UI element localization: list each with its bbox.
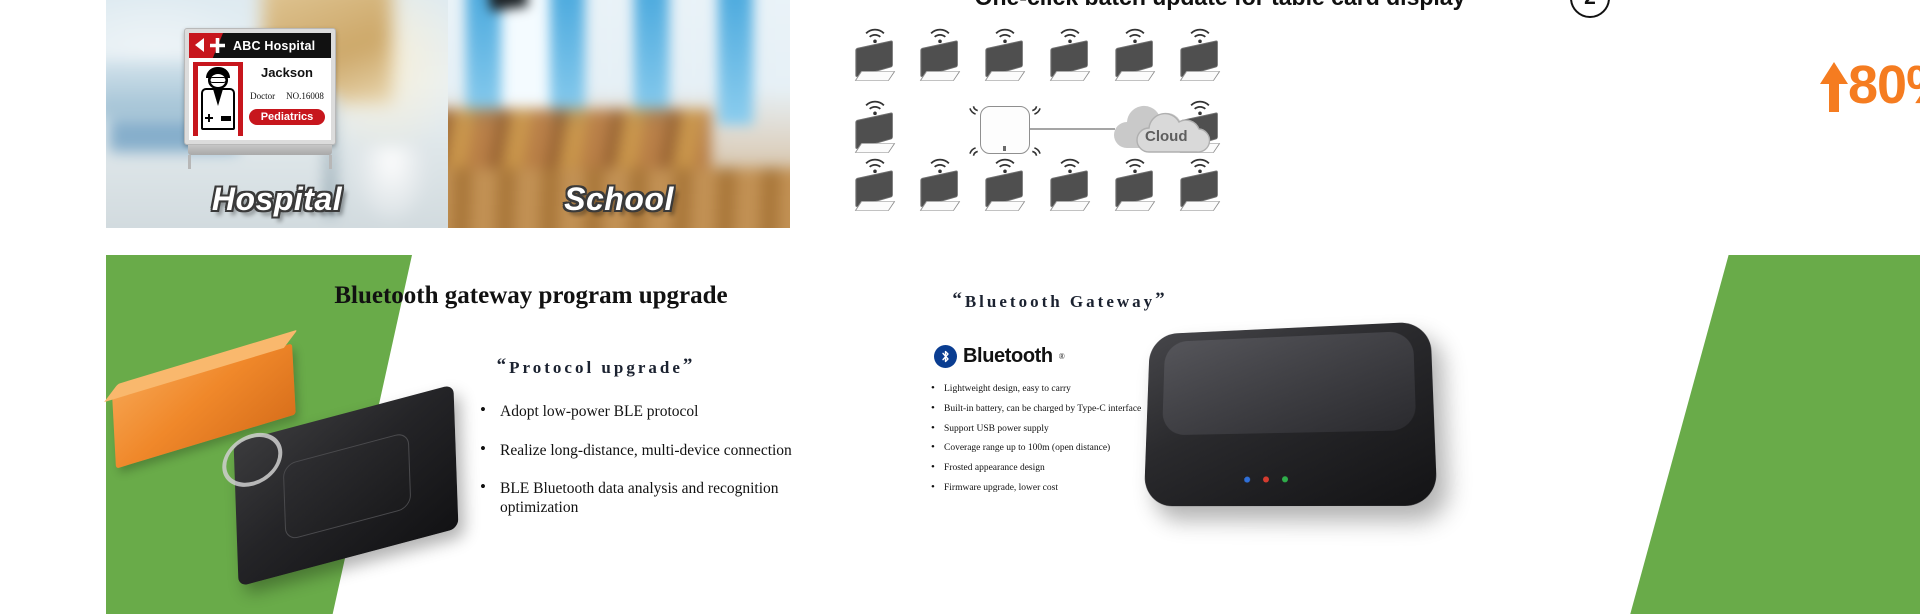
cloud-label: Cloud — [1145, 128, 1188, 145]
cloud-node: Cloud — [1105, 100, 1223, 162]
gateway-top-face — [1162, 330, 1416, 436]
connection-line — [1030, 128, 1115, 130]
device-stand — [919, 201, 961, 211]
device-stand — [1049, 71, 1091, 81]
id-number: NO.16008 — [286, 91, 324, 101]
hospital-photo: ABC Hospital Jackson Doctor NO.16008 Ped… — [106, 0, 448, 228]
device-stand — [1049, 201, 1091, 211]
hospital-table-card-stand: ABC Hospital Jackson Doctor NO.16008 Ped… — [184, 28, 336, 169]
curtain — [634, 0, 669, 125]
table-card-device — [980, 158, 1032, 216]
hospital-name: ABC Hospital — [233, 38, 316, 53]
green-background-shape — [1630, 255, 1920, 614]
table-card-device — [850, 28, 902, 86]
gateway-product-photo-large — [1143, 321, 1438, 507]
table-card-device — [850, 158, 902, 216]
protocol-upgrade-section: Bluetooth gateway program upgrade “Proto… — [106, 255, 806, 614]
table-card-device — [915, 28, 967, 86]
role-label: Doctor — [250, 91, 276, 101]
device-stand — [984, 71, 1026, 81]
doctor-name: Jackson — [260, 65, 314, 80]
led-red — [1263, 475, 1270, 483]
led-green — [1282, 475, 1289, 482]
hospital-card-body: Jackson Doctor NO.16008 Pediatrics — [189, 58, 331, 140]
arrow-up-icon — [1820, 62, 1848, 84]
section-title: “Bluetooth Gateway” — [850, 289, 1270, 312]
school-photo: Class Schedule 8:00-8:40 English 8:50-10… — [448, 0, 790, 228]
table-card-device — [1110, 28, 1162, 86]
device-stand — [854, 71, 896, 81]
photo-banner: ABC Hospital Jackson Doctor NO.16008 Ped… — [106, 0, 790, 228]
network-diagram: One-click batch update for table card di… — [830, 0, 1920, 235]
table-card-device — [850, 100, 902, 158]
window — [496, 0, 558, 109]
table-card-device — [1175, 158, 1227, 216]
hospital-card-header: ABC Hospital — [189, 33, 331, 58]
device-stand — [854, 201, 896, 211]
list-item: BLE Bluetooth data analysis and recognit… — [476, 477, 816, 517]
doctor-info: Jackson Doctor NO.16008 Pediatrics — [243, 58, 331, 140]
gateway-indicator — [1003, 146, 1006, 151]
doctor-role-row: Doctor NO.16008 — [243, 91, 331, 101]
table-card-device — [1110, 158, 1162, 216]
curtain — [466, 0, 501, 125]
table-card-device — [1045, 28, 1097, 86]
led-blue — [1244, 476, 1251, 483]
arrow-up-stem — [1829, 82, 1839, 112]
school-caption: School — [564, 181, 674, 217]
glasses-icon — [209, 77, 227, 83]
bluetooth-logo: Bluetooth ® — [934, 345, 1065, 368]
list-item: Realize long-distance, multi-device conn… — [476, 439, 816, 461]
doctor-avatar — [193, 62, 243, 136]
section-number-badge: 2 — [1570, 0, 1610, 18]
hospital-caption: Hospital — [211, 181, 343, 217]
hospital-card-frame: ABC Hospital Jackson Doctor NO.16008 Ped… — [184, 28, 336, 145]
curtain — [550, 0, 585, 125]
arrow-left-icon — [195, 38, 204, 52]
table-card-device — [980, 28, 1032, 86]
hospital-id-card: ABC Hospital Jackson Doctor NO.16008 Ped… — [189, 33, 331, 140]
open-quote: “ — [496, 355, 510, 376]
device-stand — [919, 71, 961, 81]
table-card-device — [1175, 28, 1227, 86]
close-quote: ” — [1155, 289, 1168, 310]
device-stand — [984, 201, 1026, 211]
growth-percent: 80% — [1848, 55, 1920, 115]
network-title: One-click batch update for table card di… — [880, 0, 1560, 11]
registered-mark: ® — [1058, 352, 1065, 361]
table-card-device — [1045, 158, 1097, 216]
bluetooth-wordmark: Bluetooth — [963, 345, 1053, 367]
led-indicators — [1244, 475, 1289, 483]
section-title: Bluetooth gateway program upgrade — [334, 282, 728, 309]
curtain — [718, 0, 753, 125]
department-badge: Pediatrics — [249, 109, 325, 125]
stand-base — [188, 145, 332, 155]
device-stand — [1179, 71, 1221, 81]
necktie — [213, 89, 223, 106]
coat-badge — [221, 116, 231, 121]
feature-list: Adopt low-power BLE protocol Realize lon… — [476, 400, 816, 537]
subtitle-text: Protocol upgrade — [509, 358, 683, 377]
bluetooth-icon — [934, 345, 957, 368]
title-text: Bluetooth Gateway — [964, 292, 1156, 311]
page-root: ABC Hospital Jackson Doctor NO.16008 Ped… — [0, 0, 1920, 614]
open-quote: “ — [952, 289, 965, 310]
device-stand — [854, 143, 896, 153]
section-subtitle: “Protocol upgrade” — [406, 355, 786, 378]
table-card-device — [915, 158, 967, 216]
list-item: Adopt low-power BLE protocol — [476, 400, 816, 422]
bluetooth-gateway-section: “Bluetooth Gateway” Bluetooth ® Lightwei… — [810, 255, 1920, 614]
device-stand — [1114, 71, 1156, 81]
close-quote: ” — [682, 355, 696, 376]
bluetooth-gateway-node — [969, 94, 1041, 166]
stand-legs — [184, 155, 336, 169]
device-stand — [1114, 201, 1156, 211]
device-stand — [1179, 201, 1221, 211]
